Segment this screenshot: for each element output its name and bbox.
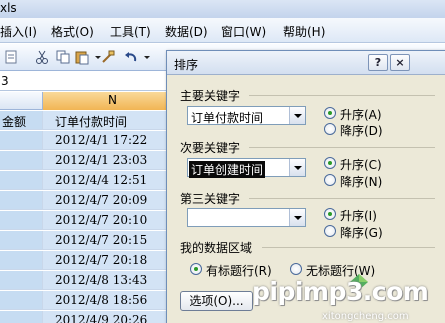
table-row[interactable] xyxy=(0,231,43,250)
menu-data[interactable]: 数据(D) xyxy=(165,23,208,40)
tertiary-key-label: 第三关键字 xyxy=(180,192,241,206)
tertiary-asc-label: 升序(I) xyxy=(340,209,377,223)
cut-icon[interactable] xyxy=(34,49,50,65)
radio-dot xyxy=(324,225,336,237)
copy-icon[interactable] xyxy=(55,49,71,65)
chevron-down-icon[interactable] xyxy=(289,107,305,124)
window-title: xls xyxy=(0,1,17,15)
menu-tools[interactable]: 工具(T) xyxy=(110,23,151,40)
watermark: pipimp3.com xitongcheng.com xyxy=(252,270,445,323)
primary-desc-label: 降序(D) xyxy=(340,124,383,138)
divider xyxy=(262,247,435,248)
dialog-title: 排序 xyxy=(174,58,199,72)
table-row[interactable] xyxy=(0,191,43,210)
paste-icon[interactable] xyxy=(74,49,90,65)
table-cell[interactable]: 2012/4/1 17:22 xyxy=(43,131,183,150)
table-row[interactable] xyxy=(0,151,43,170)
table-cell[interactable]: 2012/4/9 20:26 xyxy=(43,311,183,323)
chevron-down-icon[interactable] xyxy=(289,159,305,176)
cell-payment-time-header[interactable]: 订单付款时间 xyxy=(43,111,183,130)
table-cell[interactable]: 2012/4/7 20:09 xyxy=(43,191,183,210)
radio-dot xyxy=(324,123,336,135)
table-cell[interactable]: 2012/4/7 20:10 xyxy=(43,211,183,230)
primary-key-label: 主要关键字 xyxy=(180,89,241,103)
chevron-down-icon[interactable] xyxy=(289,209,305,226)
table-cell[interactable]: 2012/4/7 20:18 xyxy=(43,251,183,270)
options-button[interactable]: 选项(O)... xyxy=(180,291,253,311)
window-titlebar: xls xyxy=(0,0,445,18)
watermark-text: pipimp3.com xyxy=(252,277,429,306)
name-box[interactable]: 3 xyxy=(0,72,60,90)
radio-dot xyxy=(190,263,202,275)
radio-dot xyxy=(324,174,336,186)
table-cell[interactable]: 2012/4/7 20:15 xyxy=(43,231,183,250)
table-cell[interactable]: 2012/4/1 23:03 xyxy=(43,151,183,170)
data-range-label: 我的数据区域 xyxy=(180,241,253,255)
secondary-asc-label: 升序(C) xyxy=(340,158,382,172)
primary-asc-label: 升序(A) xyxy=(340,108,382,122)
primary-key-value: 订单付款时间 xyxy=(191,111,264,125)
column-header-m[interactable] xyxy=(0,92,43,110)
column-header-n[interactable]: N xyxy=(43,92,183,110)
radio-dot xyxy=(324,107,336,119)
paste-dropdown-icon[interactable] xyxy=(90,49,101,65)
table-row[interactable] xyxy=(0,171,43,190)
secondary-key-label: 次要关键字 xyxy=(180,141,241,155)
divider xyxy=(249,147,435,148)
tertiary-key-select[interactable] xyxy=(187,208,306,227)
radio-dot xyxy=(324,208,336,220)
divider xyxy=(249,95,435,96)
undo-dropdown-icon[interactable] xyxy=(139,49,150,65)
format-painter-icon[interactable] xyxy=(100,49,116,65)
radio-dot xyxy=(324,157,336,169)
tertiary-desc-label: 降序(G) xyxy=(340,226,383,240)
help-button[interactable]: ? xyxy=(368,54,388,71)
dialog-titlebar[interactable]: 排序 ? × xyxy=(167,51,445,75)
table-row[interactable] xyxy=(0,311,43,323)
table-row[interactable] xyxy=(0,131,43,150)
secondary-desc-label: 降序(N) xyxy=(340,175,383,189)
table-cell[interactable]: 2012/4/8 18:56 xyxy=(43,291,183,310)
menu-bar: 插入(I) 格式(O) 工具(T) 数据(D) 窗口(W) 帮助(H) xyxy=(0,18,445,43)
primary-key-select[interactable]: 订单付款时间 xyxy=(187,106,306,125)
table-row[interactable] xyxy=(0,291,43,310)
secondary-key-select[interactable]: 订单创建时间 xyxy=(187,158,306,178)
spell-check-icon[interactable] xyxy=(4,49,20,65)
divider xyxy=(249,198,435,199)
menu-window[interactable]: 窗口(W) xyxy=(221,23,266,40)
menu-insert[interactable]: 插入(I) xyxy=(0,23,37,40)
undo-icon[interactable] xyxy=(123,49,139,65)
cell-amount-header[interactable]: 金额 xyxy=(0,111,43,130)
watermark-subtext: xitongcheng.com xyxy=(322,311,409,322)
secondary-key-value: 订单创建时间 xyxy=(189,161,266,178)
table-row[interactable] xyxy=(0,251,43,270)
menu-format[interactable]: 格式(O) xyxy=(51,23,94,40)
table-row[interactable] xyxy=(0,271,43,290)
close-button[interactable]: × xyxy=(390,54,410,71)
table-cell[interactable]: 2012/4/8 13:43 xyxy=(43,271,183,290)
menu-help[interactable]: 帮助(H) xyxy=(283,23,325,40)
table-cell[interactable]: 2012/4/4 12:51 xyxy=(43,171,183,190)
table-row[interactable] xyxy=(0,211,43,230)
